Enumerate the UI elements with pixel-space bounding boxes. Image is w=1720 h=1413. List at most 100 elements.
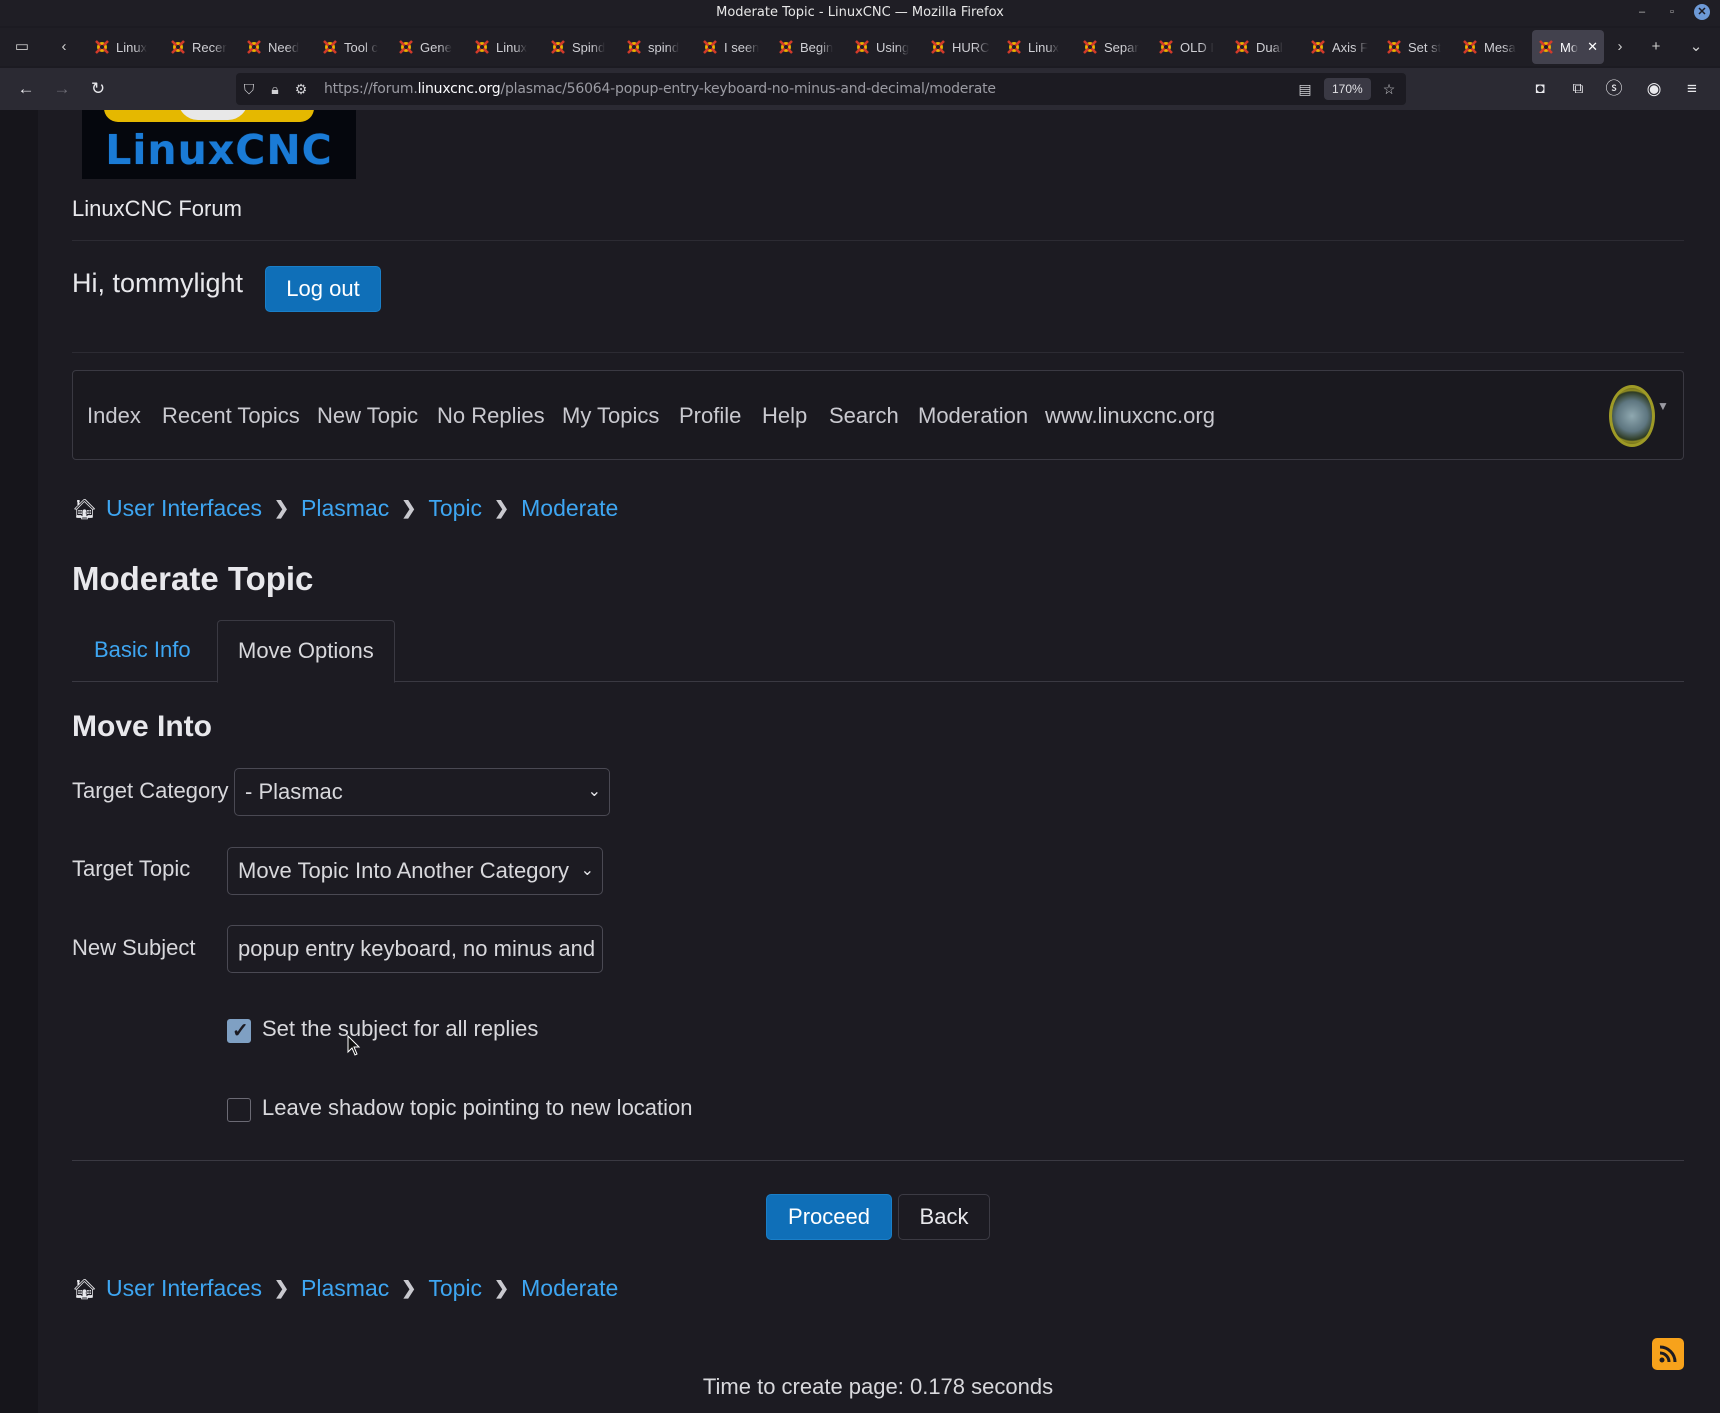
scroll-tabs-right-icon[interactable]: › (1610, 37, 1630, 57)
browser-tab[interactable]: Gene (392, 30, 468, 64)
browser-tab[interactable]: Spind (544, 30, 620, 64)
nav-item[interactable]: New Topic (317, 403, 418, 429)
chevron-down-icon: ⌄ (578, 848, 594, 894)
browser-tab[interactable]: Separ (1076, 30, 1152, 64)
nav-item[interactable]: Profile (679, 403, 741, 429)
tracking-protection-icon[interactable]: ⛉ (240, 79, 258, 99)
browser-tab-label: Tool c (344, 39, 378, 55)
nav-item[interactable]: Moderation (918, 403, 1028, 429)
browser-tab[interactable]: Tool c (316, 30, 392, 64)
window-title: Moderate Topic - LinuxCNC — Mozilla Fire… (716, 5, 1004, 20)
chevron-down-icon: ⌄ (585, 769, 601, 815)
breadcrumb-link[interactable]: Plasmac (301, 495, 389, 522)
browser-tab[interactable]: Linux (468, 30, 544, 64)
site-logo[interactable]: LinuxCNC (82, 110, 356, 179)
browser-tab-label: Recer (192, 39, 227, 55)
address-bar[interactable]: ⛉ 🔒︎ ⚙︎ https://forum.linuxcnc.org/plasm… (236, 73, 1406, 105)
browser-tab[interactable]: Linux (1000, 30, 1076, 64)
linuxcnc-favicon-icon (855, 40, 869, 54)
permissions-icon[interactable]: ⚙︎ (292, 79, 310, 99)
new-subject-input[interactable]: popup entry keyboard, no minus and decim… (227, 925, 603, 973)
bookmark-star-icon[interactable]: ☆ (1380, 79, 1398, 99)
home-icon[interactable]: 🏠︎ (72, 1277, 97, 1301)
browser-tab-label: Linux (496, 39, 528, 55)
breadcrumb-link[interactable]: Moderate (521, 495, 618, 522)
minimize-icon[interactable]: – (1634, 4, 1650, 20)
breadcrumb-link[interactable]: Topic (428, 495, 482, 522)
shadow-topic-checkbox[interactable] (227, 1098, 251, 1122)
logo-text: LinuxCNC (105, 126, 333, 174)
nav-item[interactable]: Index (87, 403, 141, 429)
s-extension-icon[interactable]: ⓢ (1604, 79, 1624, 99)
reader-view-icon[interactable]: ▤ (1296, 79, 1314, 99)
browser-tab-label: I seen (724, 39, 760, 55)
breadcrumb-link[interactable]: Moderate (521, 1275, 618, 1302)
nav-item[interactable]: www.linuxcnc.org (1045, 403, 1215, 429)
zoom-level[interactable]: 170% (1324, 78, 1371, 100)
browser-tab[interactable]: HURC (924, 30, 1000, 64)
nav-item[interactable]: Search (829, 403, 899, 429)
tab-bar: ▭ ‹ Linux Recer Need Tool c Gene Linux Spind sp… (0, 28, 1720, 66)
browser-tab[interactable]: Need (240, 30, 316, 64)
account-icon[interactable]: ◉ (1644, 79, 1664, 99)
nav-item[interactable]: My Topics (562, 403, 659, 429)
reload-icon[interactable]: ↻ (88, 79, 108, 99)
browser-tab-active[interactable]: Mo ✕ (1532, 30, 1604, 64)
lock-icon[interactable]: 🔒︎ (266, 79, 284, 99)
logout-button[interactable]: Log out (265, 266, 381, 312)
browser-tab[interactable]: Mesa (1456, 30, 1532, 64)
home-icon[interactable]: 🏠︎ (72, 497, 97, 521)
set-subject-label[interactable]: Set the subject for all replies (262, 1016, 538, 1042)
breadcrumb-link[interactable]: User Interfaces (106, 1275, 262, 1302)
rss-feed-icon[interactable] (1652, 1338, 1684, 1370)
extensions-icon[interactable]: ⧉ (1568, 79, 1588, 99)
scroll-tabs-left-icon[interactable]: ‹ (54, 37, 74, 57)
browser-tab[interactable]: OLD I (1152, 30, 1228, 64)
chevron-right-icon: ❯ (401, 497, 417, 518)
browser-tab-label: Begin (800, 39, 834, 55)
maximize-icon[interactable]: ▫ (1664, 4, 1680, 20)
close-tab-icon[interactable]: ✕ (1587, 39, 1598, 55)
browser-tab[interactable]: Axis F (1304, 30, 1380, 64)
chevron-right-icon: ❯ (273, 497, 290, 518)
breadcrumb-link[interactable]: Topic (428, 1275, 482, 1302)
breadcrumb-link[interactable]: Plasmac (301, 1275, 389, 1302)
list-all-tabs-icon[interactable]: ⌄ (1686, 37, 1706, 57)
menu-icon[interactable]: ≡ (1682, 79, 1702, 99)
browser-tab[interactable]: Begin (772, 30, 848, 64)
target-topic-select[interactable]: Move Topic Into Another Category ⌄ (227, 847, 603, 895)
browser-tab[interactable]: Set st (1380, 30, 1456, 64)
browser-tab[interactable]: Dual (1228, 30, 1304, 64)
set-subject-checkbox[interactable]: ✓ (227, 1019, 251, 1043)
back-button[interactable]: Back (898, 1194, 990, 1240)
browser-tab-label: OLD I (1180, 39, 1214, 55)
nav-item[interactable]: Help (762, 403, 807, 429)
tab-move-options[interactable]: Move Options (217, 620, 395, 683)
browser-tab[interactable]: spind (620, 30, 696, 64)
browser-tab[interactable]: Recer (164, 30, 240, 64)
window-close-icon[interactable]: ✕ (1694, 4, 1710, 20)
forward-icon[interactable]: → (52, 79, 72, 99)
pocket-icon[interactable]: ◘ (1530, 79, 1550, 99)
url-text[interactable]: https://forum.linuxcnc.org/plasmac/56064… (324, 81, 996, 97)
tab-basic-info[interactable]: Basic Info (74, 620, 211, 682)
shadow-topic-label[interactable]: Leave shadow topic pointing to new locat… (262, 1095, 693, 1121)
chevron-right-icon: ❯ (401, 1277, 417, 1298)
browser-tab-label: Spind (572, 39, 606, 55)
nav-item[interactable]: Recent Topics (162, 403, 300, 429)
linuxcnc-favicon-icon (475, 40, 489, 54)
breadcrumb-link[interactable]: User Interfaces (106, 495, 262, 522)
browser-tab-label: spind (648, 39, 680, 55)
back-icon[interactable]: ← (16, 79, 36, 99)
target-category-select[interactable]: - Plasmac ⌄ (234, 768, 610, 816)
proceed-button[interactable]: Proceed (766, 1194, 892, 1240)
user-avatar[interactable] (1609, 385, 1655, 447)
browser-tab[interactable]: Linux (88, 30, 164, 64)
browser-tab-label: Axis F (1332, 39, 1369, 55)
nav-item[interactable]: No Replies (437, 403, 545, 429)
avatar-dropdown-icon[interactable]: ▼ (1657, 399, 1669, 413)
new-tab-icon[interactable]: + (1646, 37, 1666, 57)
tab-manager-icon[interactable]: ▭ (12, 37, 32, 57)
browser-tab[interactable]: Using (848, 30, 924, 64)
browser-tab[interactable]: I seen (696, 30, 772, 64)
